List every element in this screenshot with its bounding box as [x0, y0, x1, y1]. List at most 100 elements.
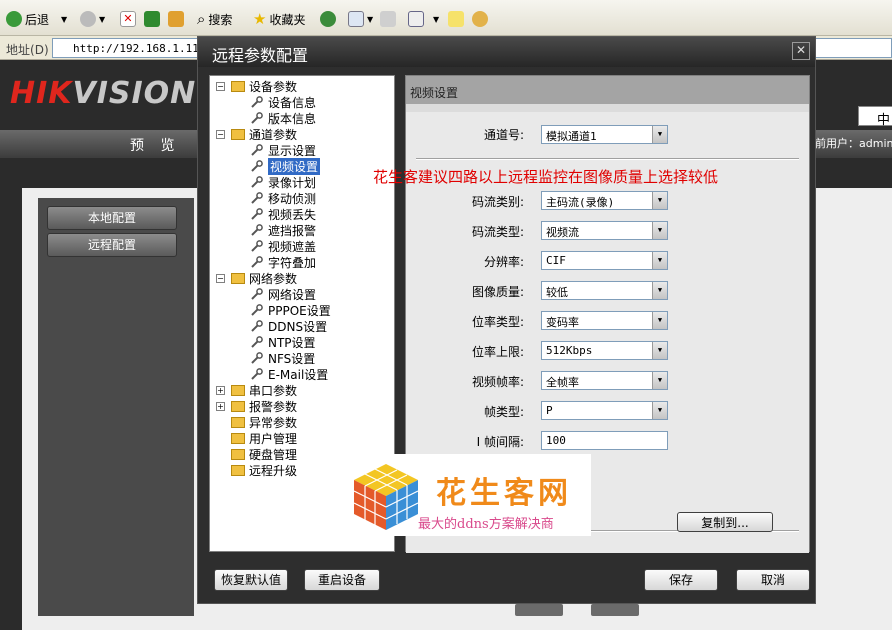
tree-item[interactable]: 视频设置	[250, 157, 321, 175]
restore-default-button[interactable]: 恢复默认值	[214, 569, 288, 591]
tree-folder[interactable]: − 设备参数	[216, 78, 297, 94]
field-select[interactable]: 视频流 ▼	[541, 221, 668, 240]
tree-item[interactable]: DDNS设置	[250, 318, 327, 334]
home-button[interactable]	[168, 8, 187, 30]
tree-label: DDNS设置	[268, 319, 328, 334]
favorites-button[interactable]: ★ 收藏夹	[253, 8, 305, 30]
field-select[interactable]: 较低 ▼	[541, 281, 668, 300]
save-button[interactable]: 保存	[644, 569, 718, 591]
print-button[interactable]	[380, 8, 399, 30]
tree-item[interactable]: 字符叠加	[250, 254, 316, 270]
expand-toggle-icon[interactable]: −	[216, 129, 225, 139]
mail-button[interactable]: ▼	[348, 8, 373, 30]
expand-toggle-icon[interactable]: −	[216, 81, 225, 91]
tree-folder[interactable]: 硬盘管理	[216, 446, 297, 462]
tree-item[interactable]: 录像计划	[250, 174, 316, 190]
search-button[interactable]: ⌕ 搜索	[197, 8, 232, 30]
tree-folder[interactable]: + 报警参数	[216, 398, 297, 414]
tree-item[interactable]: PPPOE设置	[250, 302, 331, 318]
field-value: CIF	[546, 254, 566, 267]
folder-icon	[231, 416, 245, 428]
reboot-button[interactable]: 重启设备	[304, 569, 380, 591]
remote-config-button[interactable]: 远程配置	[47, 233, 177, 257]
tree-item[interactable]: NFS设置	[250, 350, 315, 366]
tree-folder[interactable]: 用户管理	[216, 430, 297, 446]
wrench-icon	[251, 96, 263, 108]
tree-item[interactable]: E-Mail设置	[250, 366, 328, 382]
cancel-button[interactable]: 取消	[736, 569, 810, 591]
tree-item[interactable]: 遮挡报警	[250, 222, 316, 238]
back-button[interactable]: 后退 ▼	[6, 8, 67, 30]
language-select[interactable]: 中文	[858, 106, 892, 147]
watermark: 花生客网 最大的ddns方案解决商	[352, 454, 591, 536]
forward-button[interactable]: ▼	[80, 8, 105, 30]
tree-item[interactable]: 版本信息	[250, 110, 316, 126]
wrench-icon	[251, 256, 263, 268]
wrench-icon	[251, 176, 263, 188]
dropdown-icon: ▼	[99, 14, 106, 24]
expand-toggle-icon[interactable]	[216, 450, 225, 459]
wrench-icon	[251, 112, 263, 124]
close-button[interactable]: ✕	[792, 42, 810, 60]
messenger-button[interactable]	[472, 8, 491, 30]
wrench-icon	[251, 144, 263, 156]
copy-to-button[interactable]: 复制到...	[677, 512, 773, 532]
field-input[interactable]: 100	[541, 431, 668, 450]
nav-preview[interactable]: 预 览	[130, 135, 180, 155]
field-label: 位率类型:	[471, 315, 524, 329]
expand-toggle-icon[interactable]	[216, 418, 225, 427]
refresh-button[interactable]	[144, 8, 163, 30]
dialog-titlebar: 远程参数配置 ✕	[198, 37, 815, 67]
forward-arrow-icon	[80, 11, 96, 27]
tree-item[interactable]: 视频遮盖	[250, 238, 316, 254]
tree-folder[interactable]: − 通道参数	[216, 126, 297, 142]
field-select[interactable]: CIF ▼	[541, 251, 668, 270]
field-select[interactable]: 全帧率 ▼	[541, 371, 668, 390]
dropdown-arrow-icon: ▼	[652, 222, 667, 239]
tree-folder[interactable]: 远程升级	[216, 462, 297, 478]
stop-button[interactable]: ✕	[120, 8, 139, 30]
note-button[interactable]	[448, 8, 467, 30]
word-icon	[408, 11, 424, 27]
tree-folder[interactable]: + 串口参数	[216, 382, 297, 398]
side-panel	[38, 198, 194, 616]
messenger-icon	[472, 11, 488, 27]
field-select[interactable]: 512Kbps ▼	[541, 341, 668, 360]
tree-folder[interactable]: − 网络参数	[216, 270, 297, 286]
field-label: 帧类型:	[483, 405, 524, 419]
expand-toggle-icon[interactable]: +	[216, 401, 225, 411]
tree-label: 用户管理	[249, 431, 298, 446]
dropdown-arrow-icon: ▼	[652, 402, 667, 419]
tree-item[interactable]: 网络设置	[250, 286, 316, 302]
section-title: 视频设置	[406, 76, 809, 104]
tree-folder[interactable]: 异常参数	[216, 414, 297, 430]
tree-label: 通道参数	[249, 127, 298, 142]
field-select[interactable]: 主码流(录像) ▼	[541, 191, 668, 210]
stop-icon: ✕	[120, 11, 136, 27]
expand-toggle-icon[interactable]: +	[216, 385, 225, 395]
field-value: P	[546, 404, 553, 417]
tree-item[interactable]: 移动侦测	[250, 190, 316, 206]
history-icon	[320, 11, 336, 27]
folder-icon	[231, 400, 245, 412]
field-select[interactable]: P ▼	[541, 401, 668, 420]
tree-item[interactable]: 设备信息	[250, 94, 316, 110]
expand-toggle-icon[interactable]: −	[216, 273, 225, 283]
tree-item[interactable]: NTP设置	[250, 334, 316, 350]
edit-button[interactable]: ▼	[408, 8, 439, 30]
dropdown-arrow-icon: ▼	[652, 342, 667, 359]
tree-label: 串口参数	[249, 383, 298, 398]
history-button[interactable]	[320, 8, 339, 30]
tree-label: 网络设置	[268, 287, 317, 302]
note-icon	[448, 11, 464, 27]
refresh-icon	[144, 11, 160, 27]
tree-item[interactable]: 视频丢失	[250, 206, 316, 222]
expand-toggle-icon[interactable]	[216, 434, 225, 443]
dropdown-arrow-icon: ▼	[652, 372, 667, 389]
tree-label: 网络参数	[249, 271, 298, 286]
tree-item[interactable]: 显示设置	[250, 142, 316, 158]
expand-toggle-icon[interactable]	[216, 466, 225, 475]
channel-select[interactable]: 模拟通道1 ▼	[541, 125, 668, 144]
field-select[interactable]: 变码率 ▼	[541, 311, 668, 330]
local-config-button[interactable]: 本地配置	[47, 206, 177, 230]
